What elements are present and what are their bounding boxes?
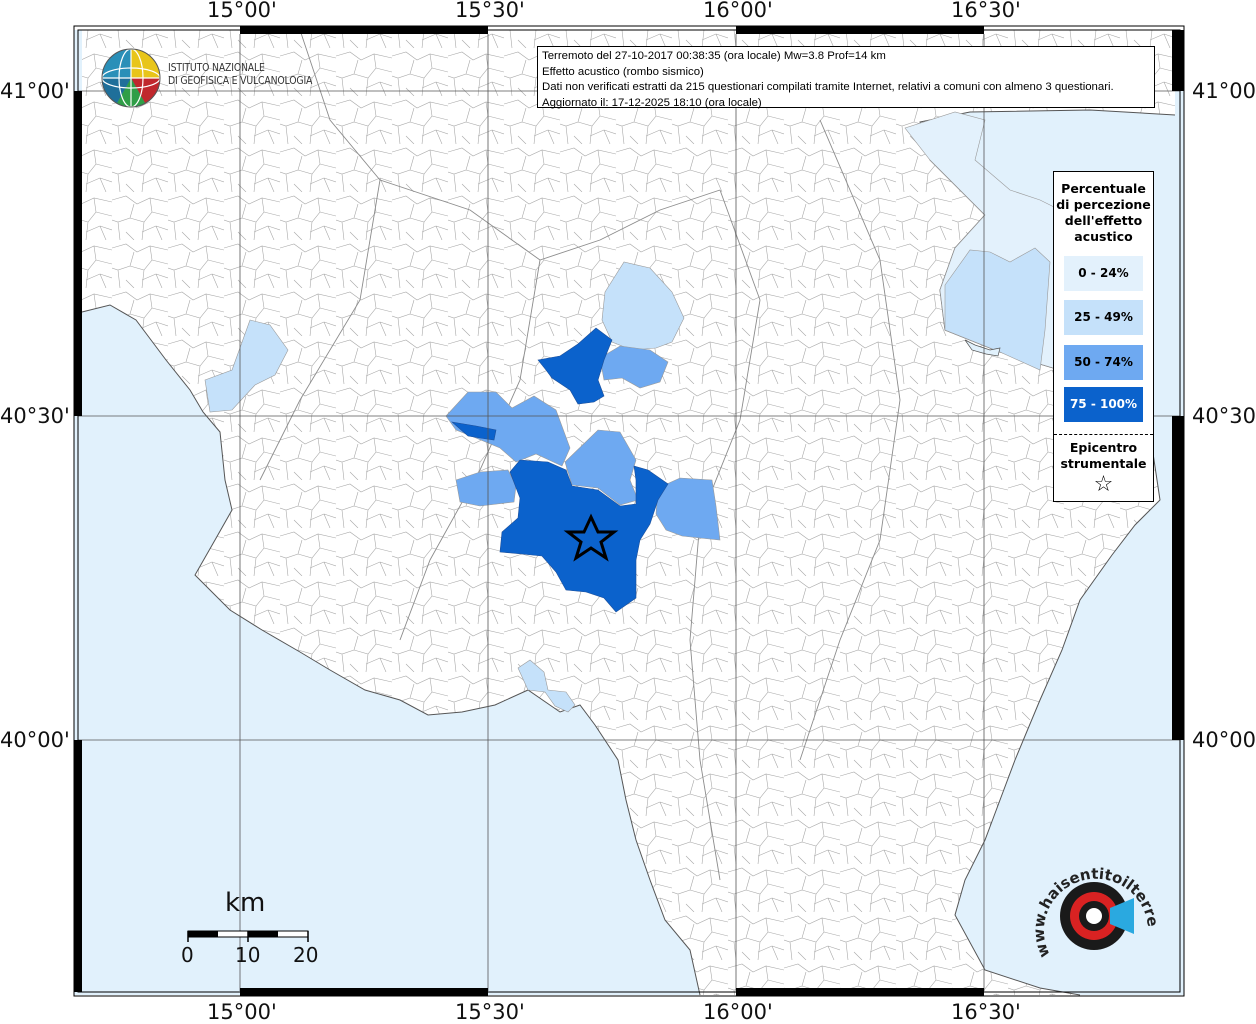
- lat-label-left-41-00: 41°00': [0, 79, 70, 103]
- data-note: Dati non verificati estratti da 215 ques…: [542, 81, 1114, 93]
- ingv-line2: DI GEOFISICA E VULCANOLOGIA: [168, 75, 313, 87]
- lon-label-bottom-15-30: 15°30': [455, 1000, 525, 1024]
- legend-title: Percentuale di percezione dell'effetto a…: [1056, 181, 1151, 244]
- legend-star-icon: ☆: [1093, 472, 1114, 497]
- effect-type: Effetto acustico (rombo sismico): [542, 65, 704, 78]
- legend-item-75-100: 75 - 100%: [1064, 387, 1143, 422]
- legend-item-50-74: 50 - 74%: [1064, 345, 1143, 380]
- ingv-logo-text: ISTITUTO NAZIONALE DI GEOFISICA E VULCAN…: [168, 62, 312, 88]
- ingv-line1: ISTITUTO NAZIONALE: [168, 62, 265, 74]
- lat-label-left-40-30: 40°30': [0, 404, 70, 428]
- lon-label-top-16-30: 16°30': [951, 0, 1021, 22]
- lat-label-left-40-00: 40°00': [0, 728, 70, 752]
- legend: Percentuale di percezione dell'effetto a…: [1053, 171, 1154, 502]
- lon-label-bottom-16-00: 16°00': [703, 1000, 773, 1024]
- hst-logo: www.haisentitoilterremoto.it: [1030, 860, 1162, 960]
- scale-tick-20: 20: [293, 943, 319, 967]
- lat-label-right-41-00: 41°00': [1192, 79, 1256, 103]
- lat-label-right-40-00: 40°00': [1192, 728, 1256, 752]
- legend-separator: [1054, 434, 1153, 435]
- scale-tick-0: 0: [181, 943, 194, 967]
- lon-label-bottom-16-30: 16°30': [951, 1000, 1021, 1024]
- lon-label-top-16-00: 16°00': [703, 0, 773, 22]
- update-timestamp: Aggiornato il: 17-12-2025 18:10 (ora loc…: [542, 96, 762, 109]
- event-info-box: Terremoto del 27-10-2017 00:38:35 (ora l…: [537, 46, 1155, 109]
- event-description: Terremoto del 27-10-2017 00:38:35 (ora l…: [542, 50, 886, 62]
- legend-item-25-49: 25 - 49%: [1064, 300, 1143, 335]
- scale-title: km: [225, 888, 266, 918]
- lon-label-bottom-15-00: 15°00': [207, 1000, 277, 1024]
- legend-epicenter-label: Epicentro strumentale: [1060, 440, 1147, 471]
- legend-item-0-24: 0 - 24%: [1064, 256, 1143, 291]
- scale-tick-10: 10: [235, 943, 261, 967]
- lat-label-right-40-30: 40°30': [1192, 404, 1256, 428]
- lon-label-top-15-30: 15°30': [455, 0, 525, 22]
- lon-label-top-15-00: 15°00': [207, 0, 277, 22]
